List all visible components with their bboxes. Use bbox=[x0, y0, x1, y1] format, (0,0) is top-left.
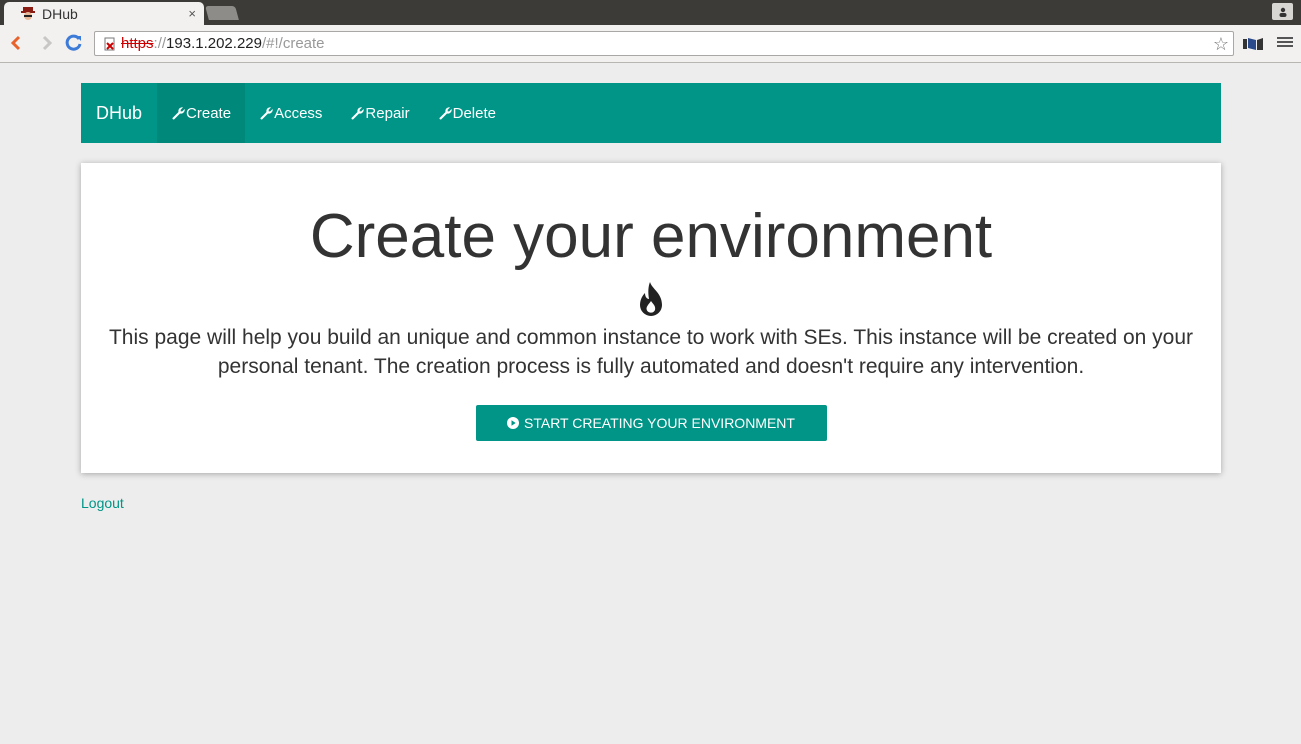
address-bar[interactable]: https://193.1.202.229/#!/create ☆ bbox=[94, 31, 1234, 56]
flame-icon bbox=[640, 282, 662, 316]
tab-close-icon[interactable]: × bbox=[188, 6, 196, 21]
extension-icon[interactable] bbox=[1243, 37, 1263, 51]
url-scheme: https bbox=[121, 35, 154, 52]
wrench-icon bbox=[172, 106, 185, 120]
brand-link[interactable]: DHub bbox=[81, 83, 157, 143]
browser-tabstrip: DHub × bbox=[0, 0, 1301, 25]
nav-item-repair[interactable]: Repair bbox=[336, 83, 423, 143]
menu-icon[interactable] bbox=[1277, 35, 1293, 51]
nav-item-label: Access bbox=[274, 104, 323, 122]
create-card: Create your environment This page will h… bbox=[81, 163, 1221, 473]
favicon-icon bbox=[21, 6, 35, 20]
app-navbar: DHub Create Access Repair Delete bbox=[81, 83, 1221, 143]
wrench-icon bbox=[439, 106, 452, 120]
logout-link[interactable]: Logout bbox=[81, 495, 124, 511]
start-button-label: START CREATING YOUR ENVIRONMENT bbox=[524, 415, 795, 431]
new-tab-button[interactable] bbox=[205, 6, 239, 20]
nav-item-label: Create bbox=[186, 104, 232, 122]
nav-item-delete[interactable]: Delete bbox=[424, 83, 510, 143]
reload-icon[interactable] bbox=[63, 32, 85, 54]
page-description: This page will help you build an unique … bbox=[108, 326, 1194, 378]
back-icon[interactable] bbox=[5, 32, 27, 54]
nav-item-label: Delete bbox=[452, 104, 496, 122]
start-creating-button[interactable]: START CREATING YOUR ENVIRONMENT bbox=[475, 405, 827, 441]
browser-toolbar: https://193.1.202.229/#!/create ☆ bbox=[0, 25, 1301, 63]
nav-item-label: Repair bbox=[365, 104, 410, 122]
browser-tab[interactable]: DHub × bbox=[4, 2, 204, 25]
wrench-icon bbox=[260, 106, 273, 120]
page-title: Create your environment bbox=[309, 202, 993, 271]
insecure-lock-icon[interactable] bbox=[103, 37, 117, 51]
url-host: 193.1.202.229 bbox=[166, 35, 262, 52]
star-icon[interactable]: ☆ bbox=[1213, 34, 1229, 55]
url-text: https://193.1.202.229/#!/create bbox=[121, 35, 325, 52]
nav-item-create[interactable]: Create bbox=[157, 83, 246, 143]
nav-item-access[interactable]: Access bbox=[245, 83, 336, 143]
forward-icon[interactable] bbox=[36, 32, 58, 54]
play-circle-icon bbox=[507, 417, 520, 429]
wrench-icon bbox=[351, 106, 365, 120]
url-path: /#!/create bbox=[261, 35, 325, 52]
profile-icon[interactable] bbox=[1272, 3, 1293, 20]
tab-title: DHub bbox=[42, 5, 78, 22]
